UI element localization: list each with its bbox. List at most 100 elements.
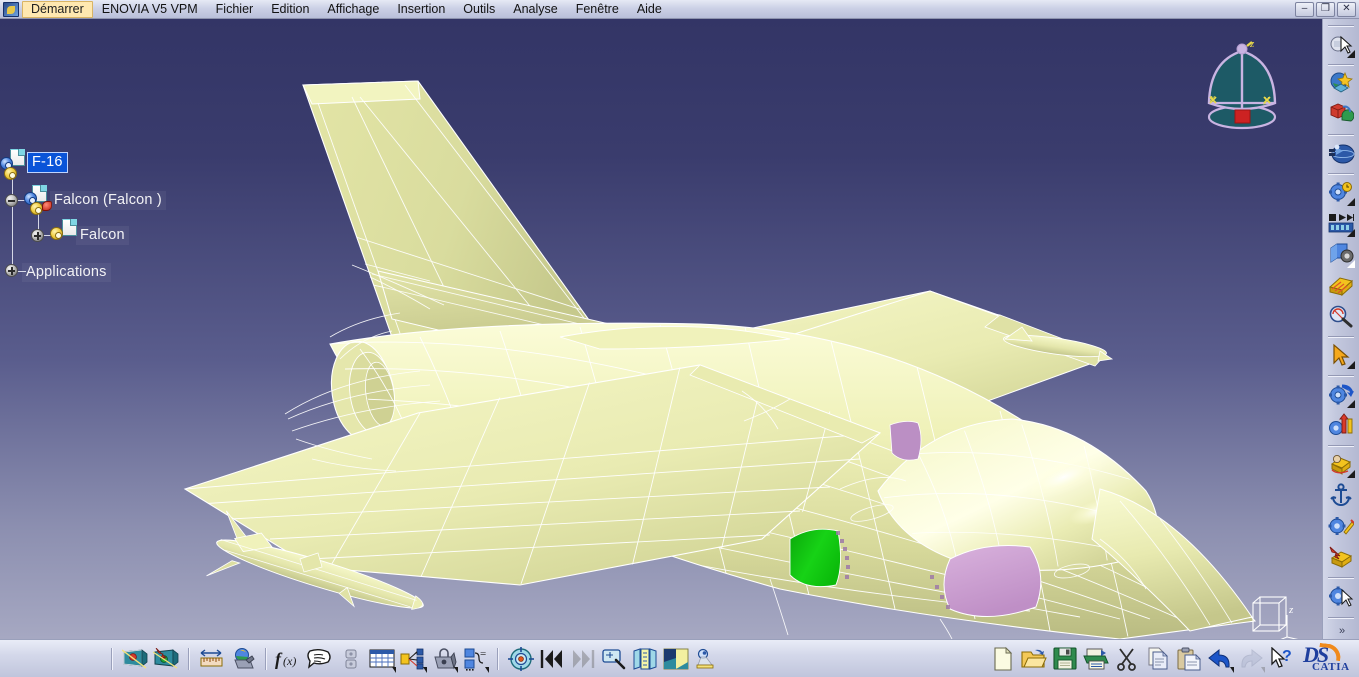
paste-button[interactable] <box>1174 644 1203 674</box>
simulation-player-button[interactable] <box>1326 208 1356 238</box>
camera-capture-button[interactable] <box>1326 239 1356 269</box>
copy-button[interactable] <box>1143 644 1172 674</box>
optimization-button[interactable] <box>429 644 458 674</box>
simulation-settings-button[interactable] <box>1326 177 1356 207</box>
menu-item-edition[interactable]: Edition <box>262 1 318 18</box>
menu-item-fichier[interactable]: Fichier <box>207 1 263 18</box>
update-all-button[interactable] <box>1326 379 1356 409</box>
sectioning-button[interactable] <box>1326 270 1356 300</box>
normal-view-button[interactable] <box>151 644 180 674</box>
menu-item-affichage[interactable]: Affichage <box>318 1 388 18</box>
geometrical-set-document-icon <box>62 219 77 236</box>
window-controls: – ❐ ✕ <box>1295 1 1359 17</box>
menu-item-demarrer[interactable]: Démarrer <box>22 0 93 18</box>
tree-expand-falcon[interactable] <box>31 229 44 242</box>
menu-item-outils[interactable]: Outils <box>454 1 504 18</box>
clash-analysis-button[interactable] <box>1326 542 1356 572</box>
dropdown-arrow-icon[interactable] <box>1347 470 1355 478</box>
tree-node-falcon-instance[interactable]: Falcon (Falcon ) <box>50 191 166 210</box>
toolbar-separator <box>1328 25 1354 26</box>
dropdown-arrow-icon[interactable] <box>1347 361 1355 369</box>
lighting-button[interactable] <box>692 644 721 674</box>
undo-button[interactable] <box>1205 644 1234 674</box>
parameters-list-button[interactable]: = <box>460 644 489 674</box>
measure-inertia-button[interactable] <box>228 644 257 674</box>
toolbar-separator <box>1328 375 1354 376</box>
tree-node-falcon[interactable]: Falcon <box>76 226 129 245</box>
dropdown-arrow-icon[interactable] <box>1347 50 1355 58</box>
redo-button[interactable] <box>1236 644 1265 674</box>
dropdown-arrow-icon[interactable] <box>1347 260 1355 268</box>
zoom-area-button[interactable] <box>599 644 628 674</box>
menu-bar: Démarrer ENOVIA V5 VPM Fichier Edition A… <box>0 0 1359 19</box>
dropdown-arrow-icon[interactable] <box>1347 229 1355 237</box>
multi-view-button[interactable] <box>630 644 659 674</box>
dropdown-arrow-icon[interactable] <box>1347 198 1355 206</box>
tree-connector <box>12 169 13 269</box>
svg-text:?: ? <box>1282 648 1292 665</box>
apply-material-button[interactable] <box>1326 68 1356 98</box>
ds-swoosh-icon <box>1318 642 1342 661</box>
tree-node-f16[interactable]: F-16 <box>27 152 68 173</box>
menu-item-insertion[interactable]: Insertion <box>388 1 454 18</box>
toolbar-overflow-button[interactable]: » <box>1339 625 1345 637</box>
knowledge-expert-button[interactable] <box>398 644 427 674</box>
dmu-navigator-button[interactable] <box>1326 138 1356 168</box>
selection-mode-button[interactable] <box>1326 581 1356 611</box>
tree-node-applications[interactable]: Applications <box>22 263 111 282</box>
new-document-button[interactable] <box>988 644 1017 674</box>
pointer-tool-button[interactable] <box>1326 340 1356 370</box>
menu-item-analyse[interactable]: Analyse <box>504 1 566 18</box>
render-style-button[interactable] <box>1326 99 1356 129</box>
isolate-target-button[interactable] <box>506 644 535 674</box>
minimize-button[interactable]: – <box>1295 1 1314 17</box>
dropdown-arrow-icon[interactable] <box>423 666 427 673</box>
catia-logo-text: CATIA <box>1312 660 1350 673</box>
menu-item-enovia-v5-vpm[interactable]: ENOVIA V5 VPM <box>93 1 207 18</box>
3d-compass[interactable]: x y z <box>1196 37 1288 132</box>
specification-tree[interactable]: F-16 Falcon (Falcon ) Falcon Application… <box>0 19 230 282</box>
formula-button[interactable]: f (x) <box>274 644 303 674</box>
tree-expand-collapse-root[interactable] <box>5 194 18 207</box>
select-tool-button[interactable] <box>1326 29 1356 59</box>
menu-item-aide[interactable]: Aide <box>628 1 671 18</box>
dropdown-arrow-icon[interactable] <box>1230 666 1234 673</box>
open-document-button[interactable] <box>1019 644 1048 674</box>
axis-triad: z y x <box>1252 596 1316 639</box>
menu-item-fenetre[interactable]: Fenêtre <box>567 1 628 18</box>
product-yellow-gear-icon <box>4 167 17 180</box>
assembly-constraints-button[interactable] <box>1326 410 1356 440</box>
svg-text:=: = <box>480 648 486 660</box>
cut-button[interactable] <box>1112 644 1141 674</box>
comment-button[interactable] <box>305 644 334 674</box>
measure-between-button[interactable] <box>197 644 226 674</box>
close-button[interactable]: ✕ <box>1337 1 1356 17</box>
design-table-button[interactable] <box>367 644 396 674</box>
restore-button[interactable]: ❐ <box>1316 1 1335 17</box>
highlighted-surface-green <box>789 528 841 588</box>
fit-all-in-button[interactable] <box>120 644 149 674</box>
dropdown-arrow-icon[interactable] <box>485 666 489 673</box>
bottom-toolbar: f (x) = ? DS CATIA <box>0 639 1359 677</box>
3d-viewport[interactable]: F-16 Falcon (Falcon ) Falcon Application… <box>0 19 1322 639</box>
tree-expand-applications[interactable] <box>5 264 18 277</box>
dropdown-arrow-icon[interactable] <box>1347 400 1355 408</box>
print-document-button[interactable] <box>1081 644 1110 674</box>
save-document-button[interactable] <box>1050 644 1079 674</box>
measure-item-button[interactable] <box>1326 301 1356 331</box>
manipulate-object-button[interactable] <box>1326 449 1356 479</box>
dropdown-arrow-icon[interactable] <box>454 666 458 673</box>
assembly-tools-button[interactable] <box>1326 511 1356 541</box>
dropdown-arrow-icon[interactable] <box>1261 666 1265 673</box>
dropdown-arrow-icon[interactable] <box>392 666 396 673</box>
catia-app-icon[interactable] <box>3 1 19 17</box>
toolbar-separator <box>1328 336 1354 337</box>
previous-page-button[interactable] <box>537 644 566 674</box>
background-scene-button[interactable] <box>661 644 690 674</box>
whats-this-button[interactable]: ? <box>1267 644 1296 674</box>
compass-label-z: z <box>1249 38 1255 50</box>
next-page-button[interactable] <box>568 644 597 674</box>
lock-unlock-button[interactable] <box>336 644 365 674</box>
anchor-fix-button[interactable] <box>1326 480 1356 510</box>
right-toolbar: » <box>1322 19 1359 639</box>
